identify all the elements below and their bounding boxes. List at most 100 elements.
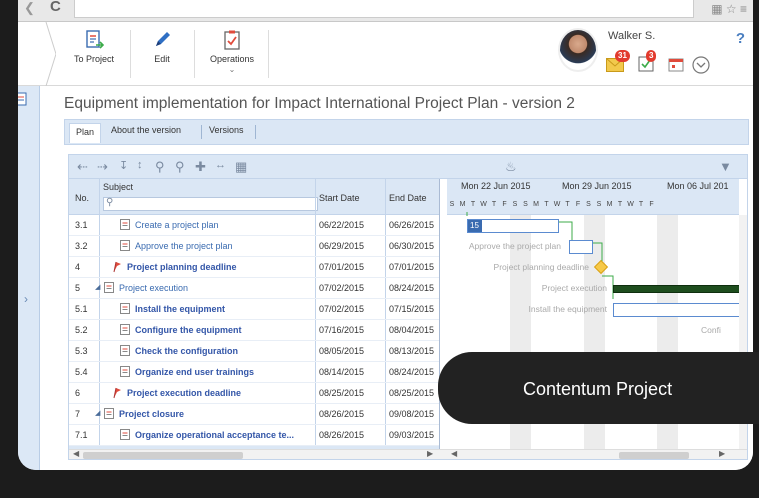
task-doc-icon [104, 408, 114, 419]
task-subject[interactable]: Create a project plan [135, 220, 313, 230]
row-number: 7 [75, 409, 81, 419]
chevron-down-circle-icon[interactable] [692, 56, 710, 74]
zoom-in-icon[interactable]: ⚲ [175, 159, 185, 175]
expand-icon[interactable]: ↕ [137, 159, 143, 171]
table-row[interactable]: 7 ◢ Project closure 08/26/2015 09/08/2015 [69, 404, 439, 425]
edit-button[interactable]: Edit [138, 22, 186, 86]
back-icon[interactable]: ❮ [24, 0, 35, 16]
mail-count-badge: 31 [615, 50, 630, 62]
scroll-left-icon[interactable]: ◀ [73, 449, 79, 458]
table-row[interactable]: 4 Project planning deadline 07/01/2015 07/0… [69, 257, 439, 278]
table-row[interactable]: 5.4 Organize end user trainings 08/14/2015… [69, 362, 439, 383]
reload-icon[interactable]: C [50, 0, 61, 15]
collapse-triangle-icon[interactable]: ◢ [95, 409, 100, 417]
table-row[interactable]: 3.2 Approve the project plan 06/29/2015 06/… [69, 236, 439, 257]
task-doc-icon [104, 282, 114, 293]
fit-icon[interactable]: ↔ [215, 159, 226, 171]
project-doc-icon[interactable] [18, 92, 28, 106]
task-subject[interactable]: Approve the project plan [135, 241, 313, 251]
address-bar[interactable] [74, 0, 694, 18]
collapse-triangle-icon[interactable]: ◢ [95, 283, 100, 291]
table-row[interactable]: 6 Project execution deadline 08/25/2015 08/… [69, 383, 439, 404]
arrow-right-icon[interactable]: ⇢ [97, 159, 108, 175]
grid-toolbar: ⇠ ⇢ ↧ ↕ ⚲ ⚲ ✚ ↔ ▦ ♨ ▼ [69, 155, 747, 179]
zoom-out-icon[interactable]: ⚲ [155, 159, 165, 175]
tab-versions[interactable]: Versions [209, 125, 244, 135]
tab-bar: Plan About the version Versions [64, 119, 749, 145]
help-button[interactable]: ? [736, 30, 745, 47]
task-doc-icon [120, 324, 130, 335]
start-date-cell: 08/26/2015 [319, 409, 365, 419]
task-subject[interactable]: Check the configuration [135, 346, 313, 356]
task-subject[interactable]: Project execution [119, 283, 313, 293]
gantt-task-bar[interactable] [569, 239, 593, 254]
table-row[interactable]: 5.1 Install the equipment 07/02/2015 07/15/… [69, 299, 439, 320]
gantt-summary-bar[interactable] [613, 284, 739, 293]
scroll-right-icon[interactable]: ▶ [427, 449, 433, 458]
task-subject[interactable]: Organize operational acceptance te... [135, 430, 313, 440]
device-frame: ❮ C ▦ ☆ ≡ To Project Edit Operations ⌄ W… [0, 0, 759, 498]
column-no[interactable]: No. [75, 193, 89, 203]
start-date-cell: 07/02/2015 [319, 304, 365, 314]
scroll-left-icon[interactable]: ◀ [451, 449, 457, 458]
task-subject[interactable]: Install the equipment [135, 304, 313, 314]
operations-label: Operations [209, 54, 255, 64]
expand-sidebar-icon[interactable]: › [24, 292, 28, 306]
start-date-cell: 07/02/2015 [319, 283, 365, 293]
subject-filter-input[interactable]: ⚲ [103, 197, 318, 211]
scroll-right-icon[interactable]: ▶ [719, 449, 725, 458]
table-row[interactable]: 3.1 Create a project plan 06/22/2015 06/26/… [69, 215, 439, 236]
chart-bars-icon[interactable]: ▦ [235, 159, 247, 175]
column-subject[interactable]: Subject [103, 182, 133, 192]
task-subject[interactable]: Project planning deadline [127, 262, 313, 272]
start-date-cell: 08/14/2015 [319, 367, 365, 377]
gantt-bar-label: Project planning deadline [493, 262, 589, 272]
task-subject[interactable]: Configure the equipment [135, 325, 313, 335]
row-number: 3.2 [75, 241, 88, 251]
row-number: 6 [75, 388, 81, 398]
milestone-flag-icon [113, 261, 121, 273]
row-number: 3.1 [75, 220, 88, 230]
tasks-count-badge: 3 [646, 50, 657, 62]
start-date-cell: 06/29/2015 [319, 241, 365, 251]
app-toolbar: To Project Edit Operations ⌄ Walker S. 3… [18, 22, 753, 86]
tab-about-version[interactable]: About the version [111, 125, 181, 135]
task-subject[interactable]: Project execution deadline [127, 388, 313, 398]
arrow-left-icon[interactable]: ⇠ [77, 159, 88, 175]
tab-plan[interactable]: Plan [69, 123, 102, 143]
bookmark-star-icon[interactable]: ▦ ☆ ≡ [711, 2, 747, 16]
operations-menu[interactable]: Operations ⌄ [202, 22, 262, 86]
end-date-cell: 08/24/2015 [389, 367, 435, 377]
critical-path-icon[interactable]: ♨ [505, 159, 517, 175]
task-subject[interactable]: Project closure [119, 409, 313, 419]
gantt-bar-label: Install the equipment [528, 304, 607, 314]
gantt-task-bar[interactable] [613, 302, 739, 317]
row-number: 5.3 [75, 346, 88, 356]
table-row[interactable]: 5 ◢ Project execution 07/02/2015 08/24/2015 [69, 278, 439, 299]
filter-icon[interactable]: ▼ [719, 159, 732, 174]
column-start-date[interactable]: Start Date [319, 193, 360, 203]
table-row[interactable]: 5.2 Configure the equipment 07/16/2015 08/0… [69, 320, 439, 341]
scroll-thumb[interactable] [619, 452, 689, 459]
task-doc-icon [120, 219, 130, 230]
collapse-icon[interactable]: ↧ [119, 159, 128, 172]
calendar-icon[interactable] [668, 57, 684, 72]
to-project-button[interactable]: To Project [66, 22, 122, 86]
end-date-cell: 07/01/2015 [389, 262, 435, 272]
horizontal-scrollbar[interactable]: ◀ ▶ ◀ ▶ [69, 449, 747, 459]
start-date-cell: 08/25/2015 [319, 388, 365, 398]
task-subject[interactable]: Organize end user trainings [135, 367, 313, 377]
scroll-thumb[interactable] [83, 452, 243, 459]
table-row[interactable]: 5.3 Check the configuration 08/05/2015 08/1… [69, 341, 439, 362]
end-date-cell: 06/26/2015 [389, 220, 435, 230]
chevron-down-icon: ⌄ [228, 65, 236, 74]
column-end-date[interactable]: End Date [389, 193, 427, 203]
user-name[interactable]: Walker S. [608, 30, 655, 42]
tab-divider [201, 125, 202, 139]
avatar[interactable] [558, 28, 598, 72]
splitter[interactable] [439, 179, 440, 459]
move-icon[interactable]: ✚ [195, 159, 206, 175]
table-row[interactable]: 7.1 Organize operational acceptance te...… [69, 425, 439, 446]
end-date-cell: 06/30/2015 [389, 241, 435, 251]
gantt-bar-label: Approve the project plan [468, 241, 561, 251]
